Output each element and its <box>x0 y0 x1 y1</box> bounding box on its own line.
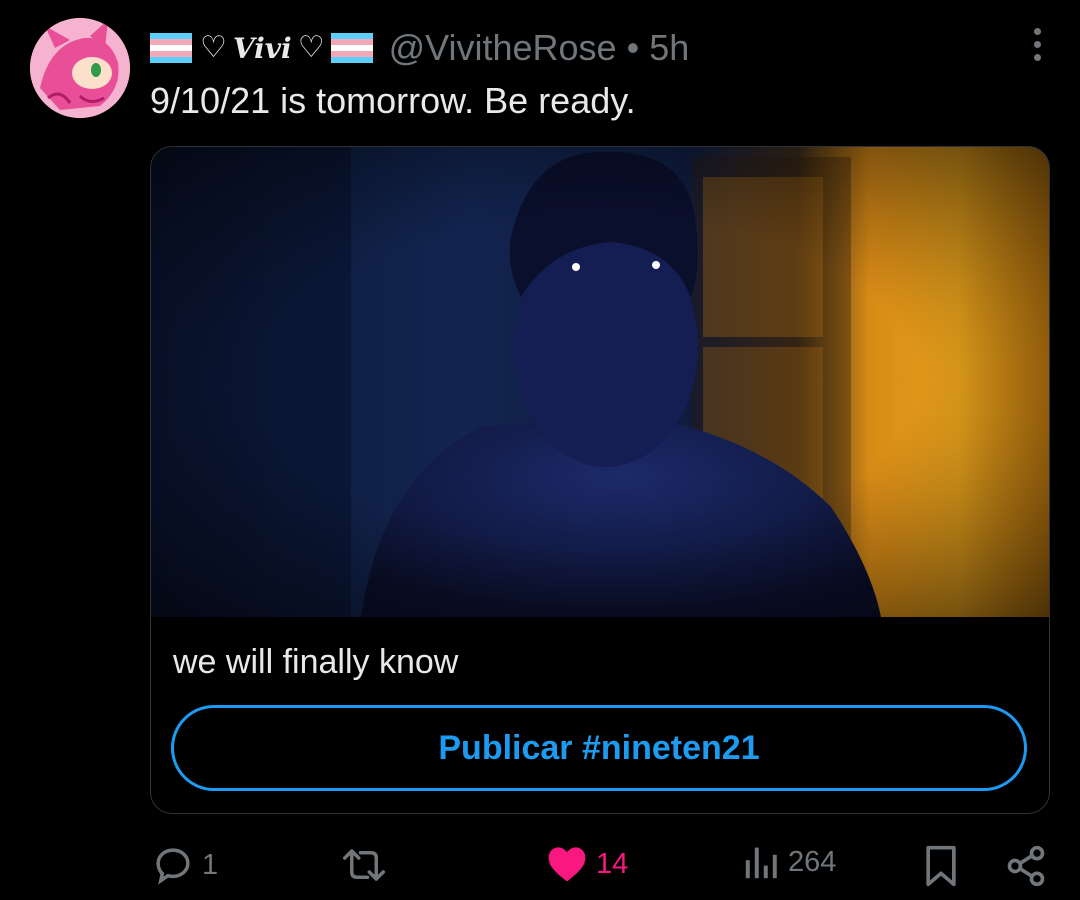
reply-count: 1 <box>202 848 219 881</box>
heart-outline-icon: ♡ <box>297 30 325 65</box>
tweet-header: ♡ Vivi ♡ @VivitheRose • 5h <box>150 26 689 70</box>
trans-flag-icon <box>150 33 192 63</box>
retweet-icon <box>343 849 385 881</box>
reply-icon <box>156 848 190 885</box>
heart-outline-icon: ♡ <box>200 30 227 65</box>
reply-button[interactable]: 1 <box>152 844 218 886</box>
trans-flag-icon <box>330 33 373 63</box>
avatar[interactable] <box>30 18 130 118</box>
views-button[interactable]: 264 <box>744 844 836 880</box>
handle[interactable]: @VivitheRose <box>389 27 617 69</box>
more-icon[interactable] <box>1030 28 1044 68</box>
timestamp[interactable]: 5h <box>649 27 689 69</box>
tweet-text: 9/10/21 is tomorrow. Be ready. <box>150 80 636 121</box>
post-hashtag-button[interactable]: Publicar #nineten21 <box>171 705 1027 791</box>
avatar-image <box>30 18 130 118</box>
separator-dot: • <box>626 27 640 68</box>
like-button[interactable]: 14 <box>546 844 628 884</box>
view-count: 264 <box>788 845 837 878</box>
card-image <box>151 147 1049 617</box>
bookmark-icon <box>926 845 956 887</box>
card-caption: we will finally know <box>173 643 459 681</box>
retweet-button[interactable] <box>340 844 388 886</box>
like-count: 14 <box>596 847 629 880</box>
action-bar: 1 14 264 <box>0 836 1080 896</box>
share-button[interactable] <box>1004 844 1048 888</box>
share-icon <box>1007 845 1045 887</box>
views-icon <box>745 847 777 879</box>
display-name[interactable]: Vivi <box>233 32 292 65</box>
heart-icon <box>548 847 586 882</box>
bookmark-button[interactable] <box>924 844 958 888</box>
media-card[interactable]: we will finally know Publicar #nineten21 <box>150 146 1050 814</box>
card-media[interactable] <box>151 147 1049 617</box>
